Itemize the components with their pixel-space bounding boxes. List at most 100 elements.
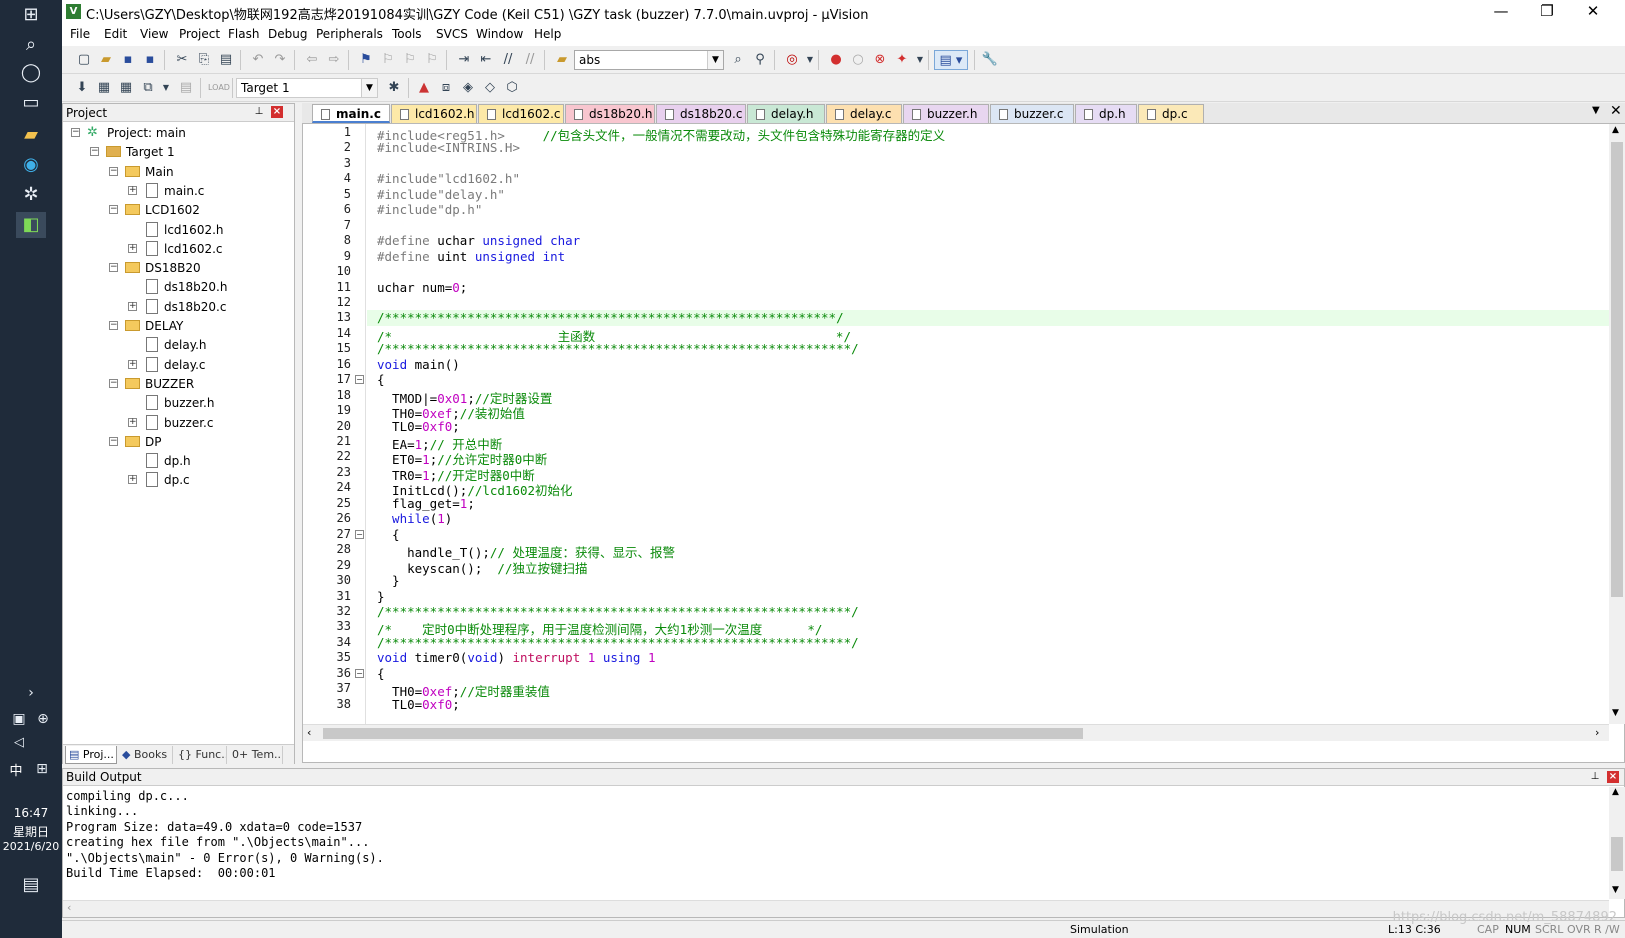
- menu-window[interactable]: Window: [476, 27, 523, 41]
- vertical-scrollbar[interactable]: ▲ ▼: [1609, 124, 1625, 724]
- volume-icon[interactable]: ◁: [8, 730, 30, 756]
- fold-toggle-icon[interactable]: −: [355, 529, 364, 539]
- tree-expander-icon[interactable]: −: [109, 263, 118, 273]
- editor-tab-buzzer-c[interactable]: buzzer.c: [990, 104, 1074, 123]
- code-line[interactable]: #include<INTRINS.H>: [377, 140, 520, 155]
- chevron-down-icon[interactable]: ▼: [707, 51, 723, 69]
- code-line[interactable]: }: [377, 589, 385, 604]
- pin-icon[interactable]: ⊥: [253, 106, 265, 118]
- code-line[interactable]: void timer0(void) interrupt 1 using 1: [377, 650, 656, 665]
- windows-start-icon[interactable]: ⊞: [16, 2, 46, 28]
- restore-icon[interactable]: ❐: [1524, 0, 1570, 24]
- tree-expander-icon[interactable]: −: [109, 166, 118, 176]
- code-line[interactable]: /***************************************…: [377, 310, 844, 325]
- scroll-left-icon[interactable]: ‹: [307, 726, 311, 739]
- pin-icon[interactable]: ⊥: [1589, 771, 1601, 783]
- build-icon[interactable]: ▦: [94, 78, 114, 98]
- tree-expander-icon[interactable]: +: [128, 185, 137, 195]
- build-vertical-scrollbar[interactable]: ▲ ▼: [1609, 787, 1625, 899]
- clear-bookmarks-icon[interactable]: ⚐: [422, 50, 442, 70]
- menu-edit[interactable]: Edit: [104, 27, 127, 41]
- editor-tab-dp-h[interactable]: dp.h: [1075, 104, 1137, 123]
- chevron-down-icon[interactable]: ▼: [156, 78, 176, 98]
- show-hidden-icons-chevron-icon[interactable]: ›: [16, 680, 46, 706]
- horizontal-scroll-thumb[interactable]: [323, 728, 1083, 739]
- new-file-icon[interactable]: ▢: [74, 50, 94, 70]
- chevron-down-icon[interactable]: ▼: [800, 50, 820, 70]
- navigate-forward-icon[interactable]: ⇨: [324, 50, 344, 70]
- scroll-down-icon[interactable]: ▼: [1612, 885, 1619, 895]
- open-folder-icon[interactable]: ▰: [96, 50, 116, 70]
- find-in-files-icon[interactable]: ▰: [552, 50, 572, 70]
- kill-breakpoints-icon[interactable]: ⊗: [870, 50, 890, 70]
- tree-expander-icon[interactable]: +: [128, 475, 137, 485]
- comment-icon[interactable]: //: [498, 50, 518, 70]
- editor-tab-dp-c[interactable]: dp.c: [1138, 104, 1204, 123]
- chevron-down-icon[interactable]: ▼: [361, 79, 377, 97]
- find-icon[interactable]: ⌕: [728, 50, 748, 70]
- batch-build-icon[interactable]: ⧉: [138, 78, 158, 98]
- menu-project[interactable]: Project: [179, 27, 220, 41]
- tab-project[interactable]: ▤ Proj...: [65, 746, 117, 764]
- edge-browser-icon[interactable]: ◉: [16, 152, 46, 178]
- tree-expander-icon[interactable]: −: [109, 436, 118, 446]
- save-icon[interactable]: ▪: [118, 50, 138, 70]
- editor-tab-lcd1602-c[interactable]: lcd1602.c: [478, 104, 564, 123]
- tree-expander-icon[interactable]: +: [128, 301, 137, 311]
- indent-icon[interactable]: ⇥: [454, 50, 474, 70]
- network-globe-icon[interactable]: ⊕: [32, 706, 54, 732]
- menu-help[interactable]: Help: [534, 27, 561, 41]
- menu-view[interactable]: View: [140, 27, 168, 41]
- chevron-down-icon[interactable]: ▼: [910, 50, 930, 70]
- code-line[interactable]: #include"lcd1602.h": [377, 171, 520, 186]
- stop-build-icon[interactable]: ▤: [176, 78, 196, 98]
- next-bookmark-icon[interactable]: ⚐: [400, 50, 420, 70]
- ime-keyboard-icon[interactable]: ⊞: [30, 756, 54, 782]
- ime-indicator[interactable]: 中: [4, 760, 28, 779]
- search-icon[interactable]: ⌕: [16, 32, 46, 58]
- scroll-up-icon[interactable]: ▲: [1612, 125, 1619, 135]
- bookmark-icon[interactable]: ⚑: [356, 50, 376, 70]
- close-icon[interactable]: ×: [1607, 771, 1619, 783]
- code-line[interactable]: uchar num=0;: [377, 280, 467, 295]
- menu-svcs[interactable]: SVCS: [436, 27, 468, 41]
- copy-icon[interactable]: ⎘: [194, 50, 214, 70]
- tree-expander-icon[interactable]: −: [109, 321, 118, 330]
- menu-tools[interactable]: Tools: [392, 27, 422, 41]
- code-line[interactable]: #include"dp.h": [377, 202, 482, 217]
- manage-run-time-env-icon[interactable]: ⧈: [436, 78, 456, 98]
- editor-tab-lcd1602-h[interactable]: lcd1602.h: [391, 104, 477, 123]
- paste-icon[interactable]: ▤: [216, 50, 236, 70]
- tree-expander-icon[interactable]: +: [128, 243, 137, 253]
- code-line[interactable]: TL0=0xf0;: [377, 697, 460, 712]
- code-line[interactable]: #define uchar unsigned char: [377, 233, 580, 248]
- uncomment-icon[interactable]: //: [520, 50, 540, 70]
- code-line[interactable]: keyscan(); //独立按键扫描: [377, 558, 587, 577]
- file-explorer-icon[interactable]: ▰: [16, 122, 46, 148]
- tree-expander-icon[interactable]: +: [128, 417, 137, 427]
- cortana-icon[interactable]: ◯: [16, 60, 46, 86]
- fold-toggle-icon[interactable]: −: [355, 668, 364, 678]
- debug-session-icon[interactable]: ◎: [782, 50, 802, 70]
- code-line[interactable]: /***************************************…: [377, 604, 859, 619]
- enable-disable-all-icon[interactable]: ✦: [892, 50, 912, 70]
- scroll-left-icon[interactable]: ‹: [67, 901, 71, 914]
- find-combobox[interactable]: abs ▼: [574, 50, 724, 70]
- editor-tab-main-c[interactable]: main.c: [312, 104, 390, 123]
- manage-project-items-icon[interactable]: ▲: [414, 78, 434, 98]
- download-icon[interactable]: LOAD: [208, 78, 230, 98]
- navigate-back-icon[interactable]: ⇦: [302, 50, 322, 70]
- code-editor[interactable]: 1 2 3 4 5 6 7 8 9 10 11 12 13 14 15 16 17−18 19 20 21 22 23 24…: [302, 123, 1625, 763]
- tree-expander-icon[interactable]: −: [71, 128, 80, 137]
- clock-time[interactable]: 16:47: [0, 806, 62, 820]
- editor-tab-delay-c[interactable]: delay.c: [826, 104, 902, 123]
- prev-bookmark-icon[interactable]: ⚐: [378, 50, 398, 70]
- translate-icon[interactable]: ⬇: [72, 78, 92, 98]
- display-icon[interactable]: ▣: [8, 706, 30, 732]
- menu-peripherals[interactable]: Peripherals: [316, 27, 383, 41]
- tree-expander-icon[interactable]: +: [128, 359, 137, 369]
- tree-expander-icon[interactable]: −: [90, 147, 99, 157]
- vertical-scroll-thumb[interactable]: [1611, 142, 1623, 597]
- scroll-right-icon[interactable]: ›: [1595, 726, 1599, 739]
- scroll-up-icon[interactable]: ▲: [1612, 787, 1619, 797]
